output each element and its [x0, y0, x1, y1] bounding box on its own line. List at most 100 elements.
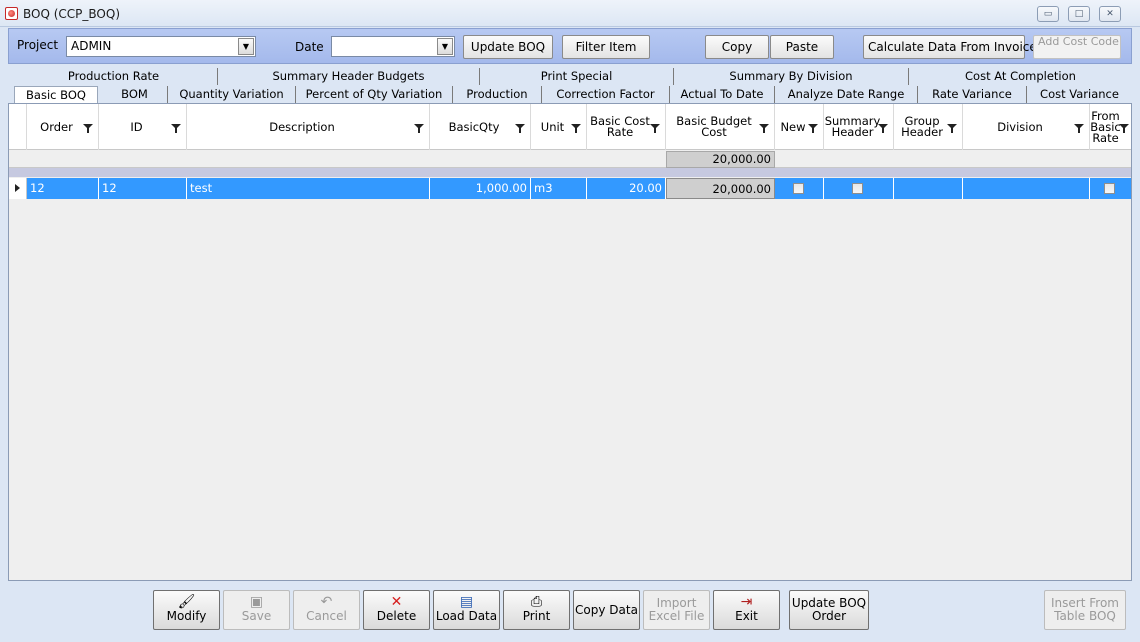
filter-icon[interactable] — [571, 124, 581, 133]
copy-data-label: Copy Data — [575, 603, 638, 617]
tab-summary-by-division[interactable]: Summary By Division — [674, 68, 909, 85]
modify-button[interactable]: 🖌 Modify — [153, 590, 220, 630]
add-cost-code-button[interactable]: Add Cost Code — [1033, 35, 1121, 59]
tabs-row-top: Production Rate Summary Header Budgets P… — [10, 68, 1132, 85]
app-icon — [5, 7, 18, 20]
cell-unit[interactable]: m3 — [531, 178, 587, 199]
insert-from-table-boq-button[interactable]: Insert From Table BOQ — [1044, 590, 1126, 630]
filter-icon[interactable] — [414, 124, 424, 133]
cell-from-basic-rate[interactable] — [1090, 178, 1131, 199]
tab-actual-to-date[interactable]: Actual To Date — [670, 86, 775, 103]
column-header-basicqty[interactable]: BasicQty — [430, 104, 531, 150]
cell-basic-cost-rate[interactable]: 20.00 — [587, 178, 666, 199]
column-label: Order — [40, 119, 73, 134]
column-header-division[interactable]: Division — [963, 104, 1090, 150]
import-excel-file-button[interactable]: Import Excel File — [643, 590, 710, 630]
tab-quantity-variation[interactable]: Quantity Variation — [168, 86, 296, 103]
cell-summary-header[interactable] — [824, 178, 894, 199]
tab-percent-of-qty-variation[interactable]: Percent of Qty Variation — [296, 86, 453, 103]
tab-production-rate[interactable]: Production Rate — [10, 68, 218, 85]
close-icon[interactable]: ✕ — [1099, 6, 1121, 22]
title-bar: BOQ (CCP_BOQ) ▭ □ ✕ — [0, 0, 1140, 27]
cell-order[interactable]: 12 — [27, 178, 99, 199]
row-selector-icon[interactable] — [9, 178, 27, 199]
cell-description[interactable]: test — [187, 178, 430, 199]
print-button[interactable]: ⎙ Print — [503, 590, 570, 630]
from-basic-rate-checkbox[interactable] — [1104, 183, 1115, 194]
column-header-description[interactable]: Description — [187, 104, 430, 150]
column-header-group-header[interactable]: Group Header — [894, 104, 963, 150]
cancel-button[interactable]: ↶ Cancel — [293, 590, 360, 630]
cell-group-header[interactable] — [894, 178, 963, 199]
column-header-unit[interactable]: Unit — [531, 104, 587, 150]
copy-button[interactable]: Copy — [705, 35, 769, 59]
column-header-summary-header[interactable]: Summary Header — [824, 104, 894, 150]
filter-item-button[interactable]: Filter Item — [562, 35, 650, 59]
cell-basicqty[interactable]: 1,000.00 — [430, 178, 531, 199]
chevron-down-icon[interactable]: ▼ — [238, 38, 254, 55]
filter-icon[interactable] — [83, 124, 93, 133]
tab-print-special[interactable]: Print Special — [480, 68, 674, 85]
undo-icon: ↶ — [320, 594, 333, 610]
load-data-button[interactable]: ▤ Load Data — [433, 590, 500, 630]
load-data-label: Load Data — [435, 609, 498, 623]
exit-label: Exit — [735, 609, 758, 623]
paste-button[interactable]: Paste — [770, 35, 834, 59]
row-indicator-header — [9, 104, 27, 150]
tab-rate-variance[interactable]: Rate Variance — [918, 86, 1027, 103]
filter-icon[interactable] — [759, 124, 769, 133]
cell-division[interactable] — [963, 178, 1090, 199]
chevron-down-icon[interactable]: ▼ — [437, 38, 453, 55]
tab-analyze-date-range[interactable]: Analyze Date Range — [775, 86, 918, 103]
date-combo[interactable]: ▼ — [331, 36, 455, 57]
save-icon: ▣ — [249, 594, 264, 610]
tab-cost-variance[interactable]: Cost Variance — [1027, 86, 1132, 103]
exit-button[interactable]: ⇥ Exit — [713, 590, 780, 630]
filter-icon[interactable] — [650, 124, 660, 133]
filter-icon[interactable] — [878, 124, 888, 133]
printer-icon: ⎙ — [530, 594, 543, 610]
tab-cost-at-completion[interactable]: Cost At Completion — [909, 68, 1132, 85]
minimize-icon[interactable]: ▭ — [1037, 6, 1059, 22]
modify-label: Modify — [166, 609, 207, 623]
tab-basic-boq[interactable]: Basic BOQ — [14, 86, 98, 103]
basic-budget-cost-total: 20,000.00 — [666, 151, 775, 168]
tab-bom[interactable]: BOM — [102, 86, 168, 103]
column-header-order[interactable]: Order — [27, 104, 99, 150]
save-button[interactable]: ▣ Save — [223, 590, 290, 630]
tab-correction-factor[interactable]: Correction Factor — [542, 86, 670, 103]
update-boq-order-label: Update BOQ Order — [791, 596, 867, 623]
column-header-basic-cost-rate[interactable]: Basic Cost Rate — [587, 104, 666, 150]
tab-production[interactable]: Production — [453, 86, 542, 103]
calculate-data-from-invoice-button[interactable]: Calculate Data From Invoice — [863, 35, 1037, 59]
filter-icon[interactable] — [1074, 124, 1084, 133]
summary-header-checkbox[interactable] — [852, 183, 863, 194]
update-boq-button[interactable]: Update BOQ — [463, 35, 553, 59]
table-row[interactable]: 12 12 test 1,000.00 m3 20.00 20,000.00 — [9, 178, 1131, 199]
import-excel-file-label: Import Excel File — [648, 596, 705, 623]
copy-data-button[interactable]: Copy Data — [573, 590, 640, 630]
boq-grid[interactable]: Order ID Description BasicQty Unit Basic… — [8, 103, 1132, 581]
cell-basic-budget-cost: 20,000.00 — [666, 178, 775, 199]
filter-icon[interactable] — [171, 124, 181, 133]
cell-id[interactable]: 12 — [99, 178, 187, 199]
filter-icon[interactable] — [947, 124, 957, 133]
project-combo[interactable]: ADMIN ▼ — [66, 36, 256, 57]
column-label: BasicQty — [448, 119, 500, 134]
column-header-new[interactable]: New — [775, 104, 824, 150]
filter-icon[interactable] — [1119, 124, 1129, 133]
delete-button[interactable]: ✕ Delete — [363, 590, 430, 630]
maximize-icon[interactable]: □ — [1068, 6, 1090, 22]
filter-icon[interactable] — [515, 124, 525, 133]
column-label: Division — [997, 119, 1043, 134]
update-boq-order-button[interactable]: Update BOQ Order — [789, 590, 869, 630]
cell-new[interactable] — [775, 178, 824, 199]
filter-icon[interactable] — [808, 124, 818, 133]
column-header-basic-budget-cost[interactable]: Basic Budget Cost — [666, 104, 775, 150]
cancel-label: Cancel — [306, 609, 347, 623]
tab-summary-header-budgets[interactable]: Summary Header Budgets — [218, 68, 480, 85]
bottom-toolbar: 🖌 Modify ▣ Save ↶ Cancel ✕ Delete ▤ Load… — [0, 582, 1140, 642]
column-header-id[interactable]: ID — [99, 104, 187, 150]
column-header-from-basic-rate[interactable]: From Basic Rate — [1090, 104, 1131, 150]
new-checkbox[interactable] — [793, 183, 804, 194]
